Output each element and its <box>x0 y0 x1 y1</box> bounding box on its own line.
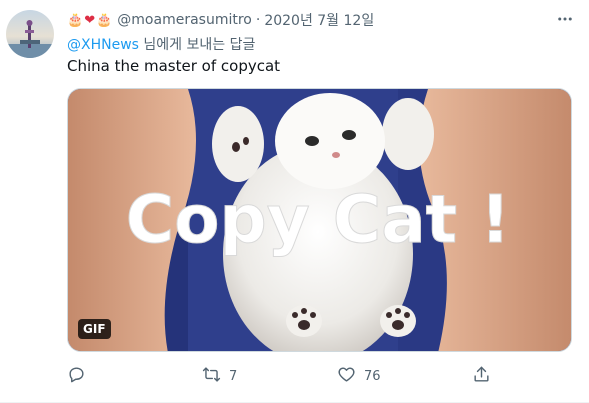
heart-icon <box>337 365 356 388</box>
tweet-actions: 7 76 <box>67 363 497 389</box>
separator-dot: · <box>255 12 261 28</box>
more-icon[interactable] <box>554 8 576 30</box>
tweet-text: China the master of copycat <box>67 57 281 75</box>
user-handle[interactable]: @moamerasumitro <box>117 12 252 28</box>
avatar[interactable] <box>6 10 54 58</box>
retweet-count: 7 <box>229 368 238 384</box>
like-button[interactable]: 76 <box>337 363 381 389</box>
reply-button[interactable] <box>67 363 94 389</box>
tweet-card[interactable]: 🎂 ❤ 🎂 @moamerasumitro · 2020년 7월 12일 @XH… <box>0 0 589 403</box>
retweet-button[interactable]: 7 <box>202 363 237 389</box>
gif-overlay-text: Copy Cat ! <box>126 181 511 258</box>
share-button[interactable] <box>472 363 491 389</box>
reply-context: @XHNews 님에게 보내는 답글 <box>67 34 255 54</box>
tweet-date[interactable]: 2020년 7월 12일 <box>264 10 374 30</box>
reply-context-suffix: 님에게 보내는 답글 <box>138 37 256 53</box>
cake-emoji: 🎂 <box>67 12 84 28</box>
gif-media[interactable]: Copy Cat ! <box>67 88 572 352</box>
share-icon <box>472 365 491 388</box>
reply-icon <box>67 365 86 388</box>
gif-badge: GIF <box>78 319 111 339</box>
heart-emoji: ❤ <box>84 12 96 28</box>
like-count: 76 <box>364 368 381 384</box>
reply-mention-link[interactable]: @XHNews <box>67 37 139 53</box>
retweet-icon <box>202 365 221 388</box>
cake-emoji: 🎂 <box>96 12 113 28</box>
tweet-header: 🎂 ❤ 🎂 @moamerasumitro · 2020년 7월 12일 <box>67 10 374 30</box>
